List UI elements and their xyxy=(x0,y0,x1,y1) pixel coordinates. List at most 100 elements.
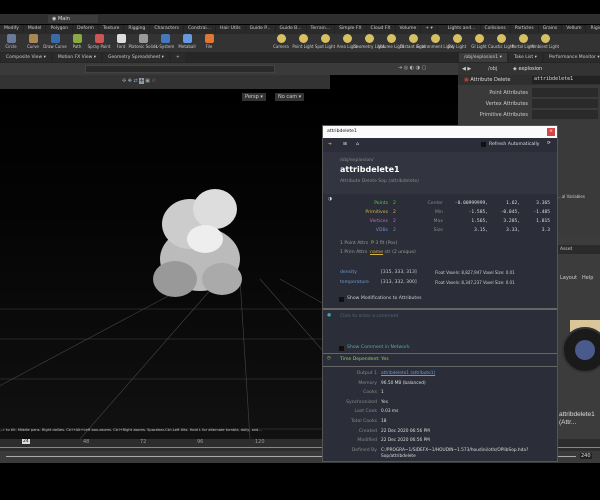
tick-label: 120 xyxy=(255,439,265,445)
shelf-tab[interactable]: Texture xyxy=(99,25,125,33)
persp-menu[interactable]: Persp ▾ xyxy=(242,93,266,101)
shelf-tab[interactable]: Terrain... xyxy=(307,25,336,33)
desktop-bar: ◉ Main xyxy=(0,14,600,24)
refresh-icon[interactable]: ⟳ xyxy=(547,141,551,146)
add-shelf-button[interactable]: + ▾ xyxy=(421,25,438,33)
shelf-tool[interactable]: Curve xyxy=(22,34,44,49)
menu-help[interactable]: Help xyxy=(582,275,593,281)
shelf-tool[interactable]: Spray Paint xyxy=(88,34,110,49)
shelf-tool[interactable]: File xyxy=(198,34,220,49)
node-radial-menu[interactable] xyxy=(562,327,600,373)
detail-value[interactable]: attribdelete1 (attribute1) xyxy=(381,371,551,377)
shelf-tool[interactable]: Ambient Light xyxy=(530,34,560,49)
shelf-tool-label: Caustic Light xyxy=(488,44,514,49)
show-mods-checkbox[interactable] xyxy=(339,297,344,302)
shelf-tab[interactable]: Guide P... xyxy=(246,25,276,33)
handle-tools-icons[interactable]: ✣ ✥ ⇄ ✛ ▣ ⊘ xyxy=(122,78,156,84)
light-icon xyxy=(496,34,506,43)
shelf-tabs: Modify Model Polygon Deform Texture Rigging Ch… xyxy=(0,25,600,34)
viewport-display-icons[interactable]: ⇥ ◎ ◐ ◑ ▢ xyxy=(398,65,426,71)
shelf-tab[interactable]: Simple FX xyxy=(335,25,367,33)
shelf-tab[interactable]: Modify xyxy=(0,25,24,33)
shelf-tool[interactable]: Volume Light xyxy=(378,34,404,49)
shelf-tool[interactable]: Path xyxy=(66,34,88,49)
pane-tab[interactable]: Motion FX View ▾ xyxy=(52,53,102,62)
pane-tab[interactable]: Geometry Spreadsheet ▾ xyxy=(103,53,169,62)
volume-resolution: [315, 333, 313] xyxy=(381,270,417,275)
shelf-tab[interactable]: Volume xyxy=(396,25,422,33)
current-frame-marker[interactable]: 24 xyxy=(22,439,30,444)
shelf-tab[interactable]: Constrai... xyxy=(184,25,216,33)
param-field[interactable] xyxy=(532,88,598,97)
desktop-selector[interactable]: ◉ Main xyxy=(48,15,98,23)
menu-layout[interactable]: Layout xyxy=(560,275,577,281)
bounds-label: Min xyxy=(434,210,443,215)
camera-menu[interactable]: No cam ▾ xyxy=(275,93,305,101)
shelf-tool[interactable]: Environment Light xyxy=(417,34,453,49)
node-name-field[interactable]: attribdelete1 xyxy=(532,76,600,84)
shelf-tool[interactable]: Spot Light xyxy=(314,34,336,49)
shelf-tool[interactable]: GI Light xyxy=(468,34,490,49)
shelf-tool[interactable]: L-System xyxy=(154,34,176,49)
shelf-tab[interactable]: Hair Utils xyxy=(216,25,246,33)
comment-input[interactable]: Click to enter a comment xyxy=(340,314,398,319)
shelf-tab[interactable]: Polygon xyxy=(46,25,74,33)
shelf-tool[interactable]: Circle xyxy=(0,34,22,49)
shelf-tool-label: Path xyxy=(72,44,82,49)
refresh-label: Refresh Automatically xyxy=(489,142,540,147)
shelf-tab[interactable]: Grains xyxy=(539,25,563,33)
count-value: 2 xyxy=(393,201,396,206)
persp-label: Persp xyxy=(245,94,259,100)
end-frame-field[interactable]: 240 xyxy=(580,453,592,459)
tab-asset[interactable]: Asset xyxy=(558,245,575,254)
close-button[interactable]: × xyxy=(547,128,555,136)
home-icon[interactable]: ⌂ xyxy=(356,142,359,147)
shelf-tab[interactable]: Collisions xyxy=(481,25,511,33)
shelf-tool[interactable]: Point Light xyxy=(292,34,314,49)
shelf-tab[interactable]: Particles xyxy=(511,25,539,33)
shelf-tab[interactable]: Vellum xyxy=(562,25,587,33)
light-icon xyxy=(474,34,484,43)
shelf-tool[interactable]: Platonic Solids xyxy=(129,34,157,49)
shelf-tab[interactable]: Characters xyxy=(150,25,184,33)
param-label: Point Attributes xyxy=(489,90,528,96)
param-field[interactable] xyxy=(532,99,598,108)
shelf-tab[interactable]: Guide B... xyxy=(276,25,307,33)
bounds-x: -0.00999999, xyxy=(454,201,488,206)
shelf-tool-icon xyxy=(160,34,170,43)
shelf-tab[interactable]: Model xyxy=(24,25,47,33)
pane-tab[interactable]: /obj/explosion1 ▾ xyxy=(459,53,507,62)
refresh-checkbox[interactable] xyxy=(481,142,486,147)
new-window-icon[interactable]: ⊞ xyxy=(343,142,347,147)
pane-tab[interactable]: Take List ▾ xyxy=(508,53,542,62)
shelf-tab[interactable]: Cloud FX xyxy=(367,25,396,33)
show-comment-checkbox[interactable] xyxy=(339,346,344,351)
shelf-tool-label: L-System xyxy=(155,44,175,49)
shelf-tool[interactable]: Camera xyxy=(270,34,292,49)
bounds-z: 3.365 xyxy=(536,201,550,206)
path-node[interactable]: ◈ explosion xyxy=(513,66,542,72)
shelf-tab[interactable]: Rigging xyxy=(124,25,151,33)
shelf-tool[interactable]: Metaball xyxy=(176,34,198,49)
light-icon xyxy=(518,34,528,43)
shelf-tab[interactable]: Deform xyxy=(73,25,99,33)
volume-name[interactable]: temperature xyxy=(340,280,369,285)
detail-value: 22 Dec 2020 06:56 PM xyxy=(381,438,430,444)
shelf-tool[interactable]: Sky Light xyxy=(446,34,468,49)
shelf-tool-label: Ambient Light xyxy=(530,44,560,49)
volume-name[interactable]: density xyxy=(340,270,357,275)
shelf-tool[interactable]: Draw Curve xyxy=(43,34,67,49)
param-field[interactable] xyxy=(532,110,598,119)
viewport-path-field[interactable] xyxy=(85,65,275,73)
back-icon[interactable]: ◀ ▶ xyxy=(462,66,471,72)
shelf-tool-label: GI Light xyxy=(471,44,487,49)
shelf-tool[interactable]: Geometry Light xyxy=(353,34,385,49)
shelf-tab[interactable]: Rigid Bodies xyxy=(586,25,600,33)
path-obj[interactable]: /obj xyxy=(488,66,497,72)
shelf-tab[interactable]: Lights and... xyxy=(444,25,481,33)
pin-icon[interactable]: ➔ xyxy=(328,142,332,147)
shelf-tool[interactable]: Caustic Light xyxy=(488,34,514,49)
add-pane-tab[interactable]: + xyxy=(170,53,185,62)
pane-tab[interactable]: Composite View ▾ xyxy=(1,53,51,62)
pane-tab[interactable]: Performance Monitor ▾ xyxy=(543,53,600,62)
